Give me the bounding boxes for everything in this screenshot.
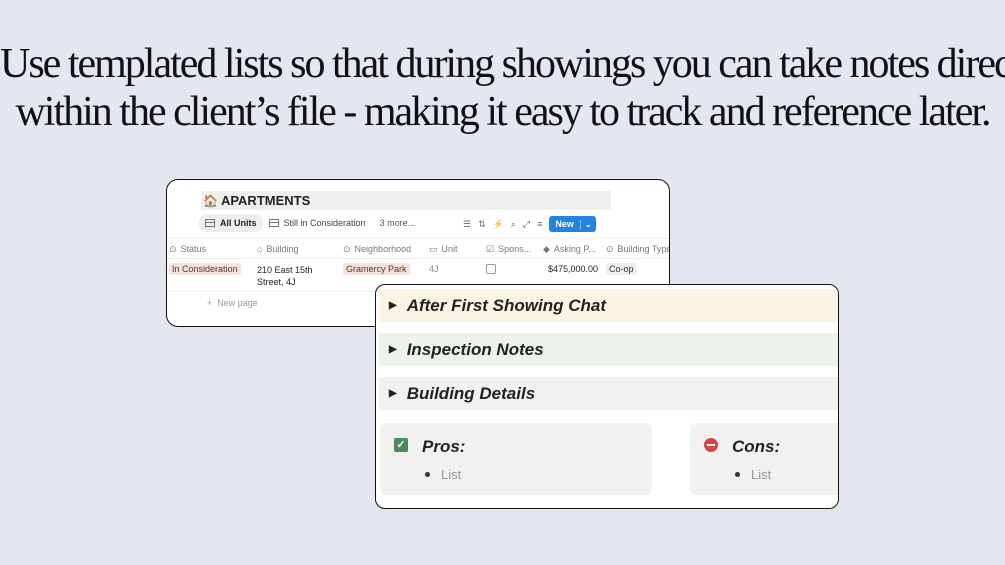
pros-callout: ✓ Pros: List <box>380 423 652 495</box>
more-views-link[interactable]: 3 more... <box>380 218 416 228</box>
filter-icon[interactable]: ☰ <box>463 219 471 230</box>
asking-price-cell[interactable]: $475,000.00 <box>548 264 598 274</box>
settings-icon[interactable]: ≡ <box>537 219 542 229</box>
building-type-badge: Co-op <box>606 263 637 275</box>
new-page-label: New page <box>217 298 258 308</box>
cons-callout: Cons: List <box>690 423 838 495</box>
toggle-label: Inspection Notes <box>406 339 544 359</box>
select-icon: ⊙ <box>606 244 614 254</box>
sponsor-checkbox[interactable] <box>486 264 496 274</box>
status-icon: ⊙ <box>169 244 177 254</box>
select-icon: ⊙ <box>343 244 351 254</box>
new-button-label: New <box>555 219 574 229</box>
unit-cell[interactable]: 4J <box>429 264 439 274</box>
table-header: ⊙ Status ⌂ Building ⊙ Neighborhood ▭ Unit ☑ S… <box>167 238 669 259</box>
toggle-triangle-icon[interactable]: ▶ <box>389 388 397 399</box>
table-icon <box>205 219 215 227</box>
list-item-text: List <box>751 467 772 482</box>
tab-all-units-label: All Units <box>220 218 257 228</box>
toggle-building-details[interactable]: ▶ Building Details <box>379 377 838 410</box>
toggle-triangle-icon[interactable]: ▶ <box>389 300 397 311</box>
notes-card: ▶ After First Showing Chat ▶ Inspection … <box>375 284 839 509</box>
sort-icon[interactable]: ⇅ <box>478 219 486 230</box>
unit-icon: ▭ <box>429 244 438 254</box>
toggle-inspection-notes[interactable]: ▶ Inspection Notes <box>379 333 838 366</box>
bullet-icon <box>425 472 430 477</box>
column-neighborhood[interactable]: ⊙ Neighborhood <box>343 244 411 255</box>
checkbox-checked-icon: ✓ <box>394 438 408 452</box>
headline: Use templated lists so that during showi… <box>0 40 1005 136</box>
checkbox-icon: ☑ <box>486 244 495 254</box>
building-cell[interactable]: 210 East 15th Street, 4J <box>257 264 327 288</box>
column-unit[interactable]: ▭ Unit <box>429 244 458 255</box>
column-sponsor[interactable]: ☑ Spons... <box>486 244 531 255</box>
headline-line-2: within the client’s file - making it eas… <box>15 89 991 135</box>
house-icon: 🏠 <box>203 193 218 208</box>
building-icon: ⌂ <box>257 244 263 254</box>
toggle-triangle-icon[interactable]: ▶ <box>389 344 397 355</box>
headline-line-1: Use templated lists so that during showi… <box>0 41 1005 87</box>
tab-still-in-consideration[interactable]: Still in Consideration <box>263 214 372 232</box>
list-item-text: List <box>441 467 462 482</box>
status-badge: In Consideration <box>169 263 241 275</box>
list-item[interactable]: List <box>425 467 461 482</box>
toggle-label: Building Details <box>406 383 536 403</box>
database-title[interactable]: 🏠 APARTMENTS <box>201 191 611 210</box>
new-button[interactable]: New ⌄ <box>549 216 596 232</box>
automation-icon[interactable]: ⚡ <box>493 219 504 230</box>
toolbar: ☰ ⇅ ⚡ ⌕ ⤢ ≡ New ⌄ <box>463 216 596 232</box>
toggle-label: After First Showing Chat <box>406 295 606 315</box>
database-title-text: APARTMENTS <box>220 193 311 208</box>
view-tabs: All Units Still in Consideration 3 more.… <box>199 213 415 233</box>
tab-still-in-consideration-label: Still in Consideration <box>283 218 366 228</box>
column-building-type[interactable]: ⊙ Building Type <box>606 244 669 255</box>
cons-title: Cons: <box>732 437 781 456</box>
plus-icon: + <box>207 298 213 308</box>
column-building[interactable]: ⌂ Building <box>257 244 298 254</box>
list-item[interactable]: List <box>735 467 771 482</box>
tag-icon: ◆ <box>543 244 550 254</box>
neighborhood-badge: Gramercy Park <box>343 263 410 275</box>
toggle-after-first-showing[interactable]: ▶ After First Showing Chat <box>379 289 838 322</box>
expand-icon[interactable]: ⤢ <box>523 219 530 230</box>
no-entry-icon <box>704 438 718 452</box>
bullet-icon <box>735 472 740 477</box>
table-icon <box>268 219 279 227</box>
pros-title: Pros: <box>422 437 466 456</box>
column-asking-price[interactable]: ◆ Asking P... <box>543 244 596 255</box>
tab-all-units[interactable]: All Units <box>199 214 263 232</box>
new-page-button[interactable]: + New page <box>207 298 258 308</box>
chevron-down-icon[interactable]: ⌄ <box>579 219 596 229</box>
column-status[interactable]: ⊙ Status <box>169 244 206 255</box>
search-icon[interactable]: ⌕ <box>511 219 516 230</box>
